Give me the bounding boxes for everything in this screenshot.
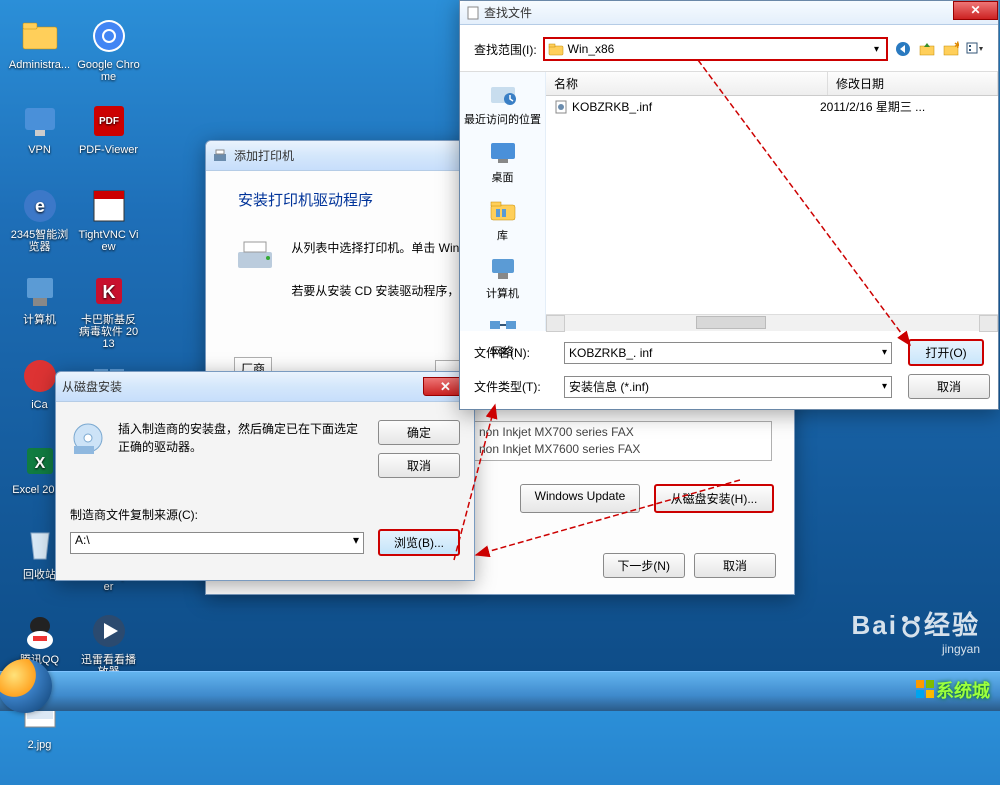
filetype-label: 文件类型(T): [474,378,554,395]
install-from-disk-dialog: 从磁盘安装 ✕ 插入制造商的安装盘，然后确定已在下面选定正确的驱动器。 确定 取… [55,371,475,581]
titlebar[interactable]: 从磁盘安装 ✕ [56,372,474,402]
chevron-down-icon[interactable]: ▾ [870,44,883,55]
place-libraries[interactable]: 库 [460,192,545,250]
file-row[interactable]: KOBZRKB_.inf 2011/2/16 星期三 ... [546,96,998,117]
cancel-button[interactable]: 取消 [908,374,990,399]
up-icon[interactable] [918,40,936,58]
ok-button[interactable]: 确定 [378,420,460,445]
window-title: 从磁盘安装 [62,378,122,395]
desktop-icon[interactable]: Administra... [7,15,72,90]
chevron-down-icon[interactable]: ▾ [882,381,887,392]
printer-icon [212,148,228,164]
printer-list-item[interactable]: non Inkjet MX7600 series FAX [479,441,765,458]
install-from-disk-button[interactable]: 从磁盘安装(H)... [654,484,774,513]
source-label: 制造商文件复制来源(C): [70,506,460,523]
disc-icon [70,420,106,478]
inf-file-icon [554,100,568,114]
filetype-combobox[interactable]: 安装信息 (*.inf)▾ [564,376,892,398]
desktop-icon[interactable]: TightVNC View [76,185,141,260]
desktop-icon[interactable]: VPN [7,100,72,175]
desktop-icon[interactable]: K卡巴斯基反病毒软件 2013 [76,270,141,345]
column-name[interactable]: 名称 [546,72,828,95]
cancel-button[interactable]: 取消 [378,453,460,478]
printer-list-item[interactable]: non Inkjet MX700 series FAX [479,424,765,441]
disk-message: 插入制造商的安装盘，然后确定已在下面选定正确的驱动器。 [118,420,358,478]
open-button[interactable]: 打开(O) [908,339,984,366]
svg-text:e: e [34,196,44,216]
filename-combobox[interactable]: KOBZRKB_. inf▾ [564,342,892,364]
wizard-line1: 从列表中选择打印机。单击 Win [291,241,459,255]
svg-text:✱: ✱ [954,41,959,50]
place-desktop[interactable]: 桌面 [460,134,545,192]
watermark-site: 系统城 [914,677,990,703]
cancel-button[interactable]: 取消 [694,553,776,578]
find-file-dialog: 查找文件 ✕ 查找范围(I): Win_x86 ▾ ✱ 最近访问的位置 桌面 库… [459,0,999,410]
list-header[interactable]: 名称 修改日期 [546,72,998,96]
folder-icon [548,42,564,56]
lookin-combobox[interactable]: Win_x86 ▾ [543,37,888,61]
desktop-icon[interactable]: PDFPDF-Viewer [76,100,141,175]
lookin-label: 查找范围(I): [474,41,537,58]
close-icon[interactable]: ✕ [953,1,998,20]
browse-button[interactable]: 浏览(B)... [378,529,460,556]
places-bar: 最近访问的位置 桌面 库 计算机 网络 [460,72,546,331]
desktop-icon[interactable]: Google Chrome [76,15,141,90]
place-recent[interactable]: 最近访问的位置 [460,76,545,134]
start-button[interactable] [0,659,52,713]
view-menu-icon[interactable] [966,40,984,58]
horizontal-scrollbar[interactable] [546,314,998,331]
svg-text:K: K [102,282,115,302]
window-title: 添加打印机 [234,147,294,164]
column-date[interactable]: 修改日期 [828,72,998,95]
taskbar[interactable] [0,671,1000,711]
printer-large-icon [234,238,276,276]
chevron-down-icon[interactable]: ▾ [882,347,887,358]
filename-label: 文件名(N): [474,344,554,361]
svg-text:X: X [34,455,45,472]
window-title: 查找文件 [484,4,532,21]
file-icon [466,6,480,20]
desktop-icon[interactable]: 计算机 [7,270,72,345]
printer-list[interactable]: non Inkjet MX700 series FAX non Inkjet M… [472,421,772,461]
source-combobox[interactable]: A:\▾ [70,532,364,554]
watermark-baidu: Bai经验 jingyan [852,605,980,656]
svg-text:PDF: PDF [99,116,119,127]
back-icon[interactable] [894,40,912,58]
desktop-icon[interactable]: e2345智能浏览器 [7,185,72,260]
place-computer[interactable]: 计算机 [460,250,545,308]
next-button[interactable]: 下一步(N) [603,553,685,578]
wizard-line2: 若要从安装 CD 安装驱动程序， [291,284,459,298]
windows-update-button[interactable]: Windows Update [520,484,640,513]
titlebar[interactable]: 查找文件 ✕ [460,1,998,25]
new-folder-icon[interactable]: ✱ [942,40,960,58]
